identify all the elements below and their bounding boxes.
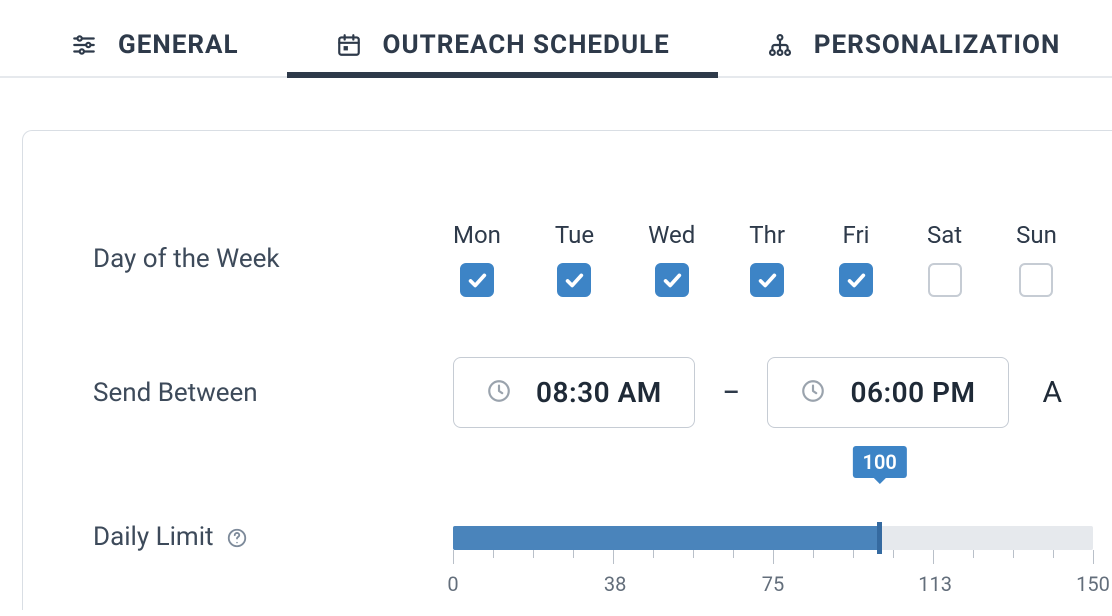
tab-label: PERSONALIZATION [814, 30, 1061, 60]
slider-track[interactable] [453, 526, 1093, 550]
day-checkbox-mon[interactable] [460, 263, 494, 297]
day-sun: Sun [1016, 221, 1057, 297]
tabs-bar: GENERAL OUTREACH SCHEDULE PERSONALIZATION [0, 0, 1112, 78]
end-time-value: 06:00 PM [850, 376, 975, 409]
day-mon: Mon [453, 221, 501, 297]
tab-label: OUTREACH SCHEDULE [383, 30, 670, 60]
start-time-value: 08:30 AM [536, 376, 662, 409]
day-label: Mon [453, 221, 501, 249]
help-icon[interactable] [226, 527, 248, 549]
schedule-panel: Day of the Week Mon Tue Wed Thr Fri Sat Sun Se… [22, 130, 1112, 610]
day-label: Tue [555, 221, 594, 249]
day-checkbox-sun[interactable] [1019, 263, 1053, 297]
day-of-week-label: Day of the Week [93, 244, 453, 274]
slider-tick-label: 75 [762, 572, 784, 596]
time-range-group: 08:30 AM – 06:00 PM A [453, 357, 1062, 428]
day-checkbox-group: Mon Tue Wed Thr Fri Sat Sun [453, 221, 1057, 297]
start-time-input[interactable]: 08:30 AM [453, 357, 695, 428]
sitemap-icon [766, 31, 794, 59]
day-checkbox-thr[interactable] [750, 263, 784, 297]
slider-tick-labels: 03875113150 [453, 572, 1093, 596]
tab-general[interactable]: GENERAL [70, 30, 239, 78]
slider-ticks [453, 550, 1093, 566]
time-separator: – [723, 378, 740, 408]
day-thr: Thr [749, 221, 785, 297]
day-label: Sat [927, 221, 962, 249]
day-label: Fri [842, 221, 869, 249]
day-checkbox-sat[interactable] [928, 263, 962, 297]
clock-icon [486, 378, 512, 408]
slider-value-bubble: 100 [853, 446, 907, 478]
day-tue: Tue [555, 221, 594, 297]
calendar-icon [335, 31, 363, 59]
slider-tick-label: 0 [447, 572, 458, 596]
tab-schedule[interactable]: OUTREACH SCHEDULE [335, 30, 670, 78]
daily-limit-row: Daily Limit 100 03875113150 [93, 488, 1112, 596]
daily-limit-label: Daily Limit [93, 488, 453, 552]
day-sat: Sat [927, 221, 962, 297]
slider-value-text: 100 [863, 450, 897, 474]
cutoff-text-fragment: A [1043, 375, 1063, 410]
day-wed: Wed [648, 221, 695, 297]
daily-limit-label-text: Daily Limit [93, 522, 214, 552]
day-label: Thr [749, 221, 785, 249]
slider-fill [453, 526, 880, 550]
day-label: Sun [1016, 221, 1057, 249]
day-of-week-row: Day of the Week Mon Tue Wed Thr Fri Sat Sun [93, 221, 1112, 297]
send-between-row: Send Between 08:30 AM – 06:00 PM A [93, 357, 1112, 428]
daily-limit-slider[interactable]: 100 03875113150 [453, 488, 1093, 596]
day-label: Wed [648, 221, 695, 249]
clock-icon [800, 378, 826, 408]
tab-personalization[interactable]: PERSONALIZATION [766, 30, 1061, 78]
tab-label: GENERAL [118, 30, 239, 60]
end-time-input[interactable]: 06:00 PM [767, 357, 1008, 428]
sliders-icon [70, 31, 98, 59]
day-fri: Fri [839, 221, 873, 297]
slider-tick-label: 150 [1076, 572, 1110, 596]
day-checkbox-fri[interactable] [839, 263, 873, 297]
slider-tick-label: 113 [918, 572, 952, 596]
slider-tick-label: 38 [604, 572, 626, 596]
day-checkbox-tue[interactable] [557, 263, 591, 297]
day-checkbox-wed[interactable] [655, 263, 689, 297]
send-between-label: Send Between [93, 378, 453, 408]
